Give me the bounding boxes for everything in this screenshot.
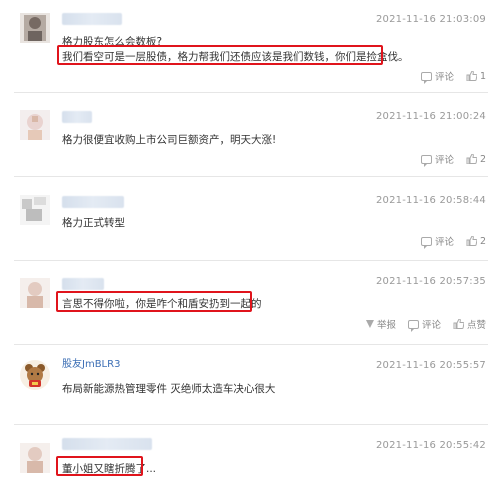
like-button[interactable]: 1 xyxy=(466,71,486,82)
comment-item: 2021-11-16 21:03:09 格力股东怎么会数板? 我们看空可是一层股… xyxy=(0,0,500,92)
username[interactable] xyxy=(62,196,124,208)
report-icon xyxy=(365,320,374,328)
comment-item: 2021-11-16 21:00:24 格力很便宜收购上市公司巨额资产，明天大涨… xyxy=(0,92,500,176)
highlight-box xyxy=(56,291,252,312)
comment-actions: 举报 评论 点赞 xyxy=(365,317,486,332)
username[interactable]: 股友JmBLR3 xyxy=(62,359,120,371)
thumbs-up-icon xyxy=(453,319,464,329)
like-button[interactable]: 2 xyxy=(466,236,486,247)
comment-icon xyxy=(407,319,419,332)
comment-text-ellipsis: ... xyxy=(146,463,157,475)
reply-label: 评论 xyxy=(421,320,441,331)
avatar[interactable] xyxy=(20,195,50,225)
like-button[interactable]: 2 xyxy=(466,154,486,165)
comment-item: 2021-11-16 20:58:44 格力正式转型 评论 2 xyxy=(0,176,500,260)
avatar[interactable] xyxy=(20,110,50,140)
username[interactable] xyxy=(62,111,92,123)
like-count: 2 xyxy=(479,235,486,247)
timestamp: 2021-11-16 21:03:09 xyxy=(375,14,486,25)
comment-text: 格力很便宜收购上市公司巨额资产，明天大涨! xyxy=(62,134,277,146)
comment-icon xyxy=(420,71,432,84)
reply-button[interactable]: 评论 xyxy=(420,152,454,167)
comment-icon xyxy=(420,154,432,167)
avatar[interactable] xyxy=(20,13,50,43)
timestamp: 2021-11-16 21:00:24 xyxy=(375,111,486,122)
report-label: 举报 xyxy=(376,320,396,331)
thumbs-up-icon xyxy=(466,236,477,246)
like-label: 点赞 xyxy=(466,320,486,331)
timestamp: 2021-11-16 20:58:44 xyxy=(375,195,486,206)
comment-text: 格力正式转型 xyxy=(62,217,125,229)
reply-label: 评论 xyxy=(434,155,454,166)
comment-item: 股友JmBLR3 2021-11-16 20:55:57 布局新能源热管理零件 … xyxy=(0,344,500,424)
highlight-box xyxy=(56,456,143,476)
like-button[interactable]: 点赞 xyxy=(453,317,486,331)
timestamp: 2021-11-16 20:57:35 xyxy=(375,276,486,287)
like-count: 2 xyxy=(479,153,486,165)
reply-button[interactable]: 评论 xyxy=(407,317,441,332)
comment-actions: 评论 2 xyxy=(420,152,486,167)
username[interactable] xyxy=(62,13,122,25)
timestamp: 2021-11-16 20:55:42 xyxy=(375,440,486,451)
comment-item: 2021-11-16 20:55:42 董小姐又瞎折腾了... xyxy=(0,424,500,477)
comment-actions: 评论 2 xyxy=(420,234,486,249)
like-count: 1 xyxy=(479,70,486,82)
timestamp: 2021-11-16 20:55:57 xyxy=(375,360,486,371)
username[interactable] xyxy=(62,438,152,450)
avatar[interactable] xyxy=(20,443,50,473)
comment-actions: 评论 1 xyxy=(420,69,486,84)
reply-label: 评论 xyxy=(434,237,454,248)
report-button[interactable]: 举报 xyxy=(365,317,396,331)
thumbs-up-icon xyxy=(466,71,477,81)
reply-button[interactable]: 评论 xyxy=(420,69,454,84)
comment-text: 布局新能源热管理零件 灭绝师太造车决心很大 xyxy=(62,383,276,395)
avatar[interactable] xyxy=(20,278,50,308)
avatar[interactable] xyxy=(20,360,50,390)
comment-item: 2021-11-16 20:57:35 言思不得你啦，你是咋个和盾安扔到一起的 … xyxy=(0,260,500,344)
highlight-box xyxy=(57,45,383,65)
reply-label: 评论 xyxy=(434,72,454,83)
thumbs-up-icon xyxy=(466,154,477,164)
reply-button[interactable]: 评论 xyxy=(420,234,454,249)
username[interactable] xyxy=(62,278,104,290)
comment-icon xyxy=(420,236,432,249)
